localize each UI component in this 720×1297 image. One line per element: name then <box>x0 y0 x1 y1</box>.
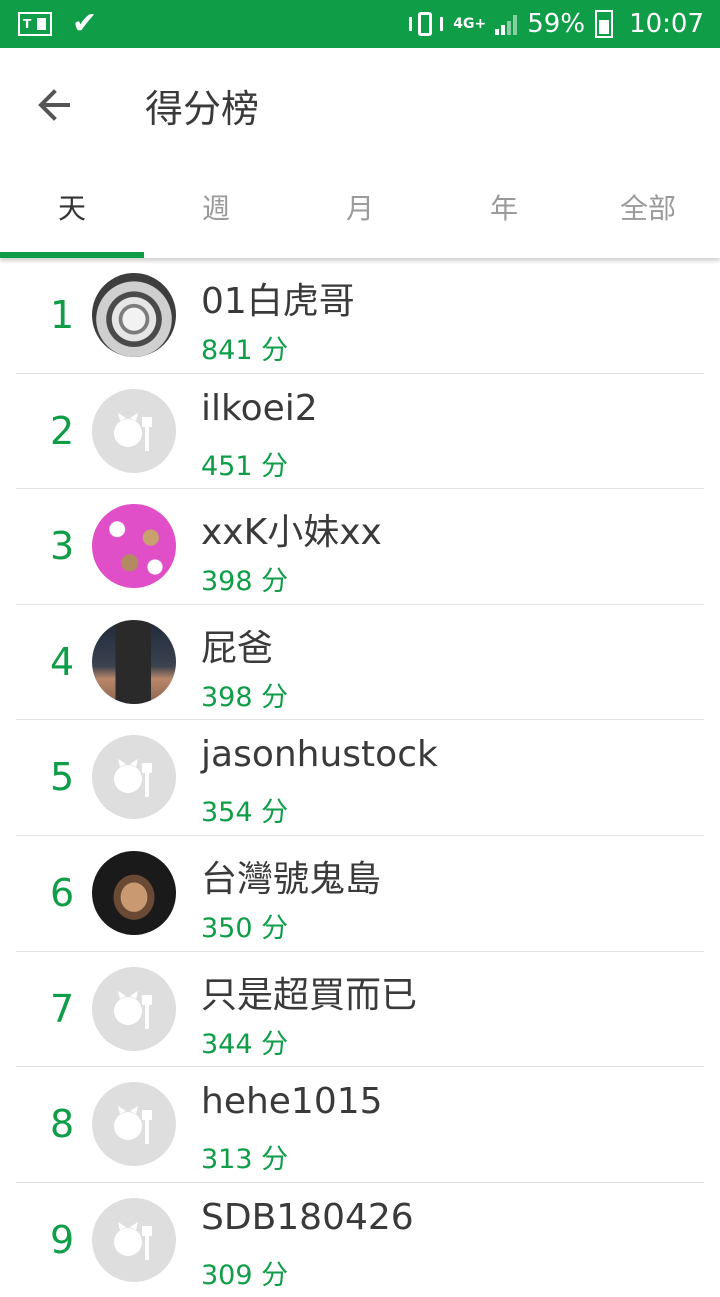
user-name: 屁爸 <box>201 627 274 669</box>
battery-charging-icon <box>595 10 614 38</box>
leaderboard-list: 1 01白虎哥 841 分 2 ilkoei2 451 分 3 xxK小妹xx … <box>0 258 720 1297</box>
user-score: 398 分 <box>201 566 289 598</box>
default-avatar-icon <box>92 1082 176 1167</box>
avatar <box>92 619 176 704</box>
list-item[interactable]: 6 台灣號鬼島 350 分 <box>16 836 704 952</box>
network-type-icon: 4G+ <box>453 16 487 32</box>
default-avatar-icon <box>92 966 176 1051</box>
list-item[interactable]: 1 01白虎哥 841 分 <box>16 258 704 374</box>
signal-icon <box>495 13 518 35</box>
checkmark-icon: ✔ <box>72 6 98 41</box>
tab-month[interactable]: 月 <box>288 160 432 258</box>
user-score: 841 分 <box>201 335 289 366</box>
user-name: 台灣號鬼島 <box>201 858 382 900</box>
user-name: jasonhustock <box>201 734 438 776</box>
avatar <box>92 850 176 935</box>
rank-number: 2 <box>50 408 75 453</box>
page-title: 得分榜 <box>145 87 260 131</box>
avatar <box>92 504 176 589</box>
rank-number: 5 <box>50 755 75 800</box>
rank-number: 7 <box>50 986 75 1031</box>
list-item[interactable]: 5 jasonhustock 354 分 <box>16 720 704 836</box>
tab-week[interactable]: 週 <box>144 160 288 258</box>
user-score: 344 分 <box>201 1028 289 1060</box>
list-item[interactable]: 7 只是超買而已 344 分 <box>16 952 704 1068</box>
clock: 10:07 <box>629 9 704 39</box>
rank-number: 3 <box>50 524 75 569</box>
battery-percent: 59% <box>527 9 586 39</box>
rank-number: 8 <box>50 1102 75 1147</box>
user-score: 451 分 <box>201 450 289 482</box>
user-name: SDB180426 <box>201 1196 414 1238</box>
user-score: 398 分 <box>201 681 289 713</box>
user-score: 309 分 <box>201 1259 289 1291</box>
default-avatar-icon <box>92 735 176 820</box>
rank-number: 1 <box>50 293 75 337</box>
app-notification-icon <box>18 12 52 36</box>
period-tabs: 天 週 月 年 全部 <box>0 160 720 258</box>
user-name: ilkoei2 <box>201 387 318 429</box>
avatar <box>92 273 176 357</box>
user-score: 350 分 <box>201 912 289 944</box>
user-name: xxK小妹xx <box>201 512 382 554</box>
list-item[interactable]: 2 ilkoei2 451 分 <box>16 374 704 490</box>
default-avatar-icon <box>92 388 176 473</box>
rank-number: 4 <box>50 639 75 684</box>
default-avatar-icon <box>92 1197 176 1282</box>
back-arrow-icon[interactable] <box>34 84 76 126</box>
list-item[interactable]: 4 屁爸 398 分 <box>16 605 704 721</box>
user-name: hehe1015 <box>201 1081 383 1123</box>
user-name: 01白虎哥 <box>201 281 355 322</box>
user-score: 354 分 <box>201 797 289 829</box>
tab-day[interactable]: 天 <box>0 160 144 258</box>
list-item[interactable]: 8 hehe1015 313 分 <box>16 1067 704 1183</box>
user-score: 313 分 <box>201 1144 289 1176</box>
list-item[interactable]: 3 xxK小妹xx 398 分 <box>16 489 704 605</box>
tab-year[interactable]: 年 <box>432 160 576 258</box>
status-bar: ✔ 4G+ 59% 10:07 <box>0 0 720 48</box>
app-bar: 得分榜 <box>0 48 720 160</box>
vibrate-icon <box>409 10 444 38</box>
rank-number: 6 <box>50 870 75 915</box>
user-name: 只是超買而已 <box>201 974 418 1016</box>
tab-all[interactable]: 全部 <box>576 160 720 258</box>
